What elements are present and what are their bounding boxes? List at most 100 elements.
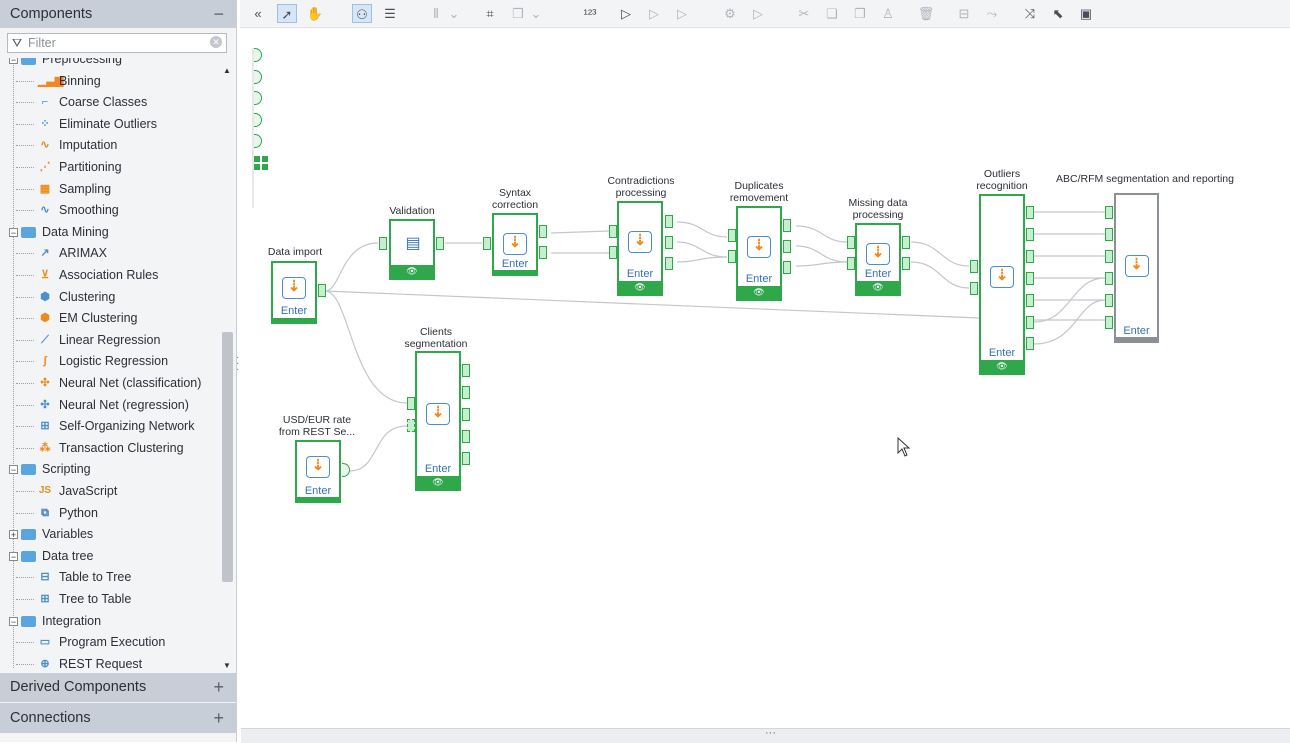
components-header[interactable]: Components − — [0, 0, 236, 28]
tree-scrollbar[interactable]: ▲ ▼ — [220, 62, 234, 672]
run-node-icon[interactable]: ⇣ — [628, 231, 652, 253]
input-port-optional[interactable] — [407, 419, 415, 432]
output-port[interactable] — [665, 257, 673, 270]
output-port[interactable] — [462, 386, 470, 399]
connect-icon[interactable]: ⤨ — [1020, 4, 1040, 23]
collapse-icon[interactable]: − — [9, 616, 18, 626]
layers-dropdown-icon[interactable]: ⌄ — [530, 4, 542, 23]
run-step-icon[interactable]: ▷ — [644, 4, 664, 23]
input-port[interactable] — [847, 236, 855, 249]
share-icon[interactable]: ⤳ — [982, 4, 1002, 23]
run-settings-icon[interactable]: ▷ — [748, 4, 768, 23]
input-port[interactable] — [970, 260, 978, 273]
fit-window-icon[interactable]: ▣ — [1076, 4, 1096, 23]
input-port[interactable] — [407, 397, 415, 410]
output-port[interactable] — [539, 246, 547, 259]
enter-link[interactable]: Enter — [619, 268, 661, 280]
enter-link[interactable]: Enter — [297, 485, 339, 497]
workflow-canvas[interactable]: Data import ⇣ Enter Validation ▤ 👁 Synta… — [241, 28, 1290, 728]
node-usd-eur-rate[interactable]: ⇣ Enter — [295, 440, 341, 503]
scroll-down-arrow-icon[interactable]: ▼ — [223, 661, 231, 670]
input-port[interactable] — [1105, 206, 1113, 219]
run-node-icon[interactable]: ⇣ — [426, 403, 450, 425]
run-to-icon[interactable]: ▷ — [672, 4, 692, 23]
output-port[interactable] — [783, 240, 791, 253]
input-port[interactable] — [483, 237, 491, 250]
input-port[interactable] — [1105, 272, 1113, 285]
export-icon[interactable]: ⊟ — [954, 4, 974, 23]
run-node-icon[interactable]: ⇣ — [990, 266, 1014, 288]
output-port[interactable] — [665, 215, 673, 228]
node-duplicates-removement[interactable]: ⇣ Enter 👁 — [736, 206, 782, 301]
collapse-components-button[interactable]: − — [213, 0, 224, 28]
output-port[interactable] — [902, 257, 910, 270]
input-port[interactable] — [1105, 228, 1113, 241]
node-missing-data-processing[interactable]: ⇣ Enter 👁 — [855, 223, 901, 296]
graph-view-icon[interactable]: ⚇ — [352, 4, 372, 23]
output-port[interactable] — [462, 452, 470, 465]
run-node-icon[interactable]: ⇣ — [503, 233, 527, 255]
derived-components-header[interactable]: Derived Components + — [0, 673, 236, 702]
input-port[interactable] — [970, 282, 978, 295]
input-port[interactable] — [1105, 294, 1113, 307]
input-port[interactable] — [1105, 250, 1113, 263]
node-syntax-correction[interactable]: ⇣ Enter — [492, 213, 538, 276]
select-pointer-icon[interactable]: ➚ — [277, 4, 297, 23]
users-icon[interactable]: ♙ — [878, 4, 898, 23]
preview-eye-icon[interactable]: 👁 — [619, 281, 661, 294]
run-node-icon[interactable]: ⇣ — [747, 236, 771, 258]
enter-link[interactable]: Enter — [857, 268, 899, 280]
copy-icon[interactable]: ❏ — [822, 4, 842, 23]
output-port[interactable] — [436, 237, 444, 250]
enter-link[interactable]: Enter — [273, 305, 315, 317]
input-port[interactable] — [609, 246, 617, 259]
expand-icon[interactable]: + — [9, 530, 18, 540]
preview-eye-icon[interactable]: 👁 — [857, 281, 899, 294]
node-validation[interactable]: ▤ 👁 — [389, 219, 435, 280]
output-port[interactable] — [539, 225, 547, 238]
panel-splitter-handle[interactable]: · · · — [236, 353, 239, 375]
run-node-icon[interactable]: ⇣ — [306, 456, 330, 478]
collapse-icon[interactable]: − — [9, 551, 18, 561]
run-node-icon[interactable]: ⇣ — [282, 277, 306, 299]
output-port[interactable] — [462, 364, 470, 377]
group-nodes-icon[interactable]: ⌗ — [480, 4, 500, 23]
enter-link[interactable]: Enter — [981, 347, 1023, 359]
output-port[interactable] — [318, 284, 326, 297]
run-icon[interactable]: ▷ — [616, 4, 636, 23]
input-port[interactable] — [847, 257, 855, 270]
input-port[interactable] — [379, 237, 387, 250]
settings-gear-icon[interactable]: ⚙ — [720, 4, 740, 23]
preview-eye-icon[interactable]: 👁 — [738, 286, 780, 299]
enter-link[interactable]: Enter — [417, 463, 459, 475]
connections-header[interactable]: Connections + — [0, 703, 236, 733]
node-contradictions-processing[interactable]: ⇣ Enter 👁 — [617, 201, 663, 296]
expand-derived-button[interactable]: + — [213, 673, 224, 701]
output-port[interactable] — [1026, 206, 1034, 219]
output-port[interactable] — [665, 236, 673, 249]
canvas-bottom-splitter[interactable]: ··· — [241, 727, 1290, 743]
output-port[interactable] — [462, 408, 470, 421]
collapse-icon[interactable]: − — [9, 227, 18, 237]
scroll-up-arrow-icon[interactable]: ▲ — [223, 66, 231, 75]
preview-eye-icon[interactable]: 👁 — [391, 265, 433, 278]
input-port[interactable] — [1105, 316, 1113, 329]
preview-eye-icon[interactable]: 👁 — [417, 476, 459, 489]
output-port[interactable] — [1026, 316, 1034, 329]
enter-link[interactable]: Enter — [1116, 325, 1157, 337]
run-node-icon[interactable]: ⇣ — [1124, 255, 1149, 277]
expand-connections-button[interactable]: + — [213, 703, 224, 733]
node-data-import[interactable]: ⇣ Enter — [271, 261, 317, 324]
clear-filter-icon[interactable]: ✕ — [210, 36, 222, 48]
output-port[interactable] — [902, 236, 910, 249]
output-port[interactable] — [1026, 337, 1034, 350]
run-node-icon[interactable]: ⇣ — [866, 243, 890, 265]
output-port[interactable] — [1026, 272, 1034, 285]
input-port[interactable] — [609, 225, 617, 238]
input-port[interactable] — [728, 229, 736, 242]
output-port[interactable] — [1026, 228, 1034, 241]
collapse-icon[interactable]: − — [9, 465, 18, 475]
output-port[interactable] — [462, 430, 470, 443]
output-port[interactable] — [1026, 294, 1034, 307]
delete-trash-icon[interactable]: 🗑 — [916, 4, 936, 23]
